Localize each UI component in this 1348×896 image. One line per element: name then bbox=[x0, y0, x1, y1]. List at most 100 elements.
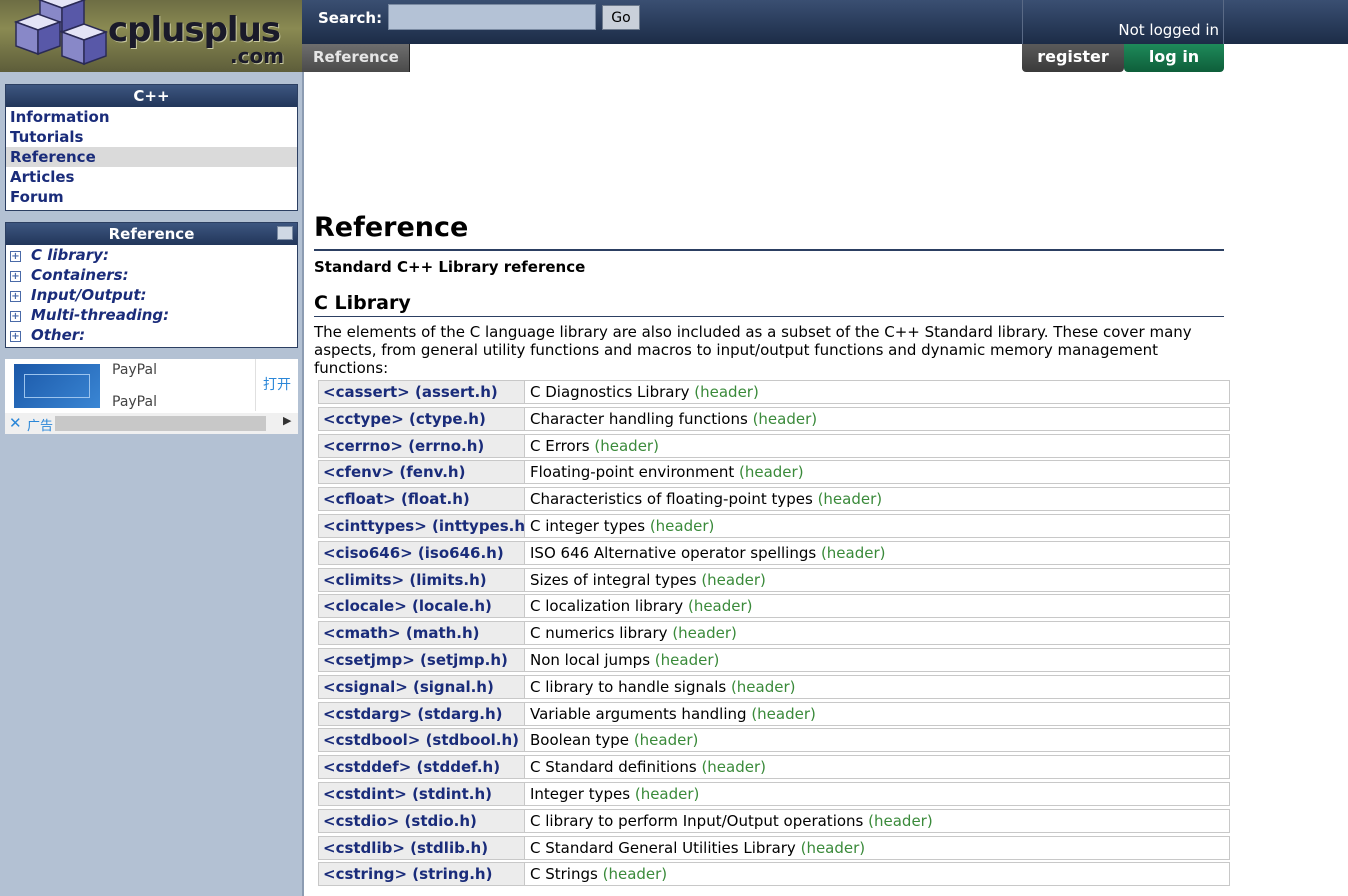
tree-item-label[interactable]: Other: bbox=[31, 326, 85, 344]
description-text: Sizes of integral types bbox=[530, 570, 697, 589]
table-row: <climits> (limits.h) Sizes of integral ty… bbox=[318, 567, 1230, 592]
header-link[interactable]: <cinttypes> (inttypes.h) bbox=[319, 514, 525, 537]
sidebar-item-forum[interactable]: Forum bbox=[6, 187, 297, 207]
description-text: C Diagnostics Library bbox=[530, 383, 690, 401]
kind-label: (header) bbox=[672, 624, 737, 643]
header-link[interactable]: <csignal> (signal.h) bbox=[319, 675, 525, 698]
description-text: Non local jumps bbox=[530, 650, 651, 669]
kind-label: (header) bbox=[687, 597, 753, 616]
description-text: C integer types bbox=[530, 516, 646, 535]
header-description: Character handling functions (header) bbox=[526, 408, 1229, 430]
header-link[interactable]: <cstdarg> (stdarg.h) bbox=[319, 702, 525, 725]
header-link[interactable]: <cctype> (ctype.h) bbox=[319, 407, 525, 430]
tree-item-other[interactable]: + Other: bbox=[6, 325, 297, 345]
tree-item-input-output[interactable]: + Input/Output: bbox=[6, 285, 297, 305]
page-subtitle: Standard C++ Library reference bbox=[314, 258, 586, 276]
tree-item-multi-threading[interactable]: + Multi-threading: bbox=[6, 305, 297, 325]
table-row: <cfloat> (float.h) Characteristics of flo… bbox=[318, 487, 1230, 512]
header-description: C numerics library (header) bbox=[526, 622, 1229, 644]
cpp-nav-box: C++ Information Tutorials Reference Arti… bbox=[5, 84, 298, 211]
kind-label: (header) bbox=[868, 811, 933, 830]
tree-item-containers[interactable]: + Containers: bbox=[6, 265, 297, 285]
search-go-button[interactable]: Go bbox=[602, 5, 640, 30]
kind-label: (header) bbox=[800, 838, 866, 857]
kind-label: (header) bbox=[752, 409, 818, 428]
ad-thumbnail[interactable] bbox=[14, 364, 100, 408]
table-row: <clocale> (locale.h) C localization libra… bbox=[318, 594, 1230, 619]
table-row: <cassert> (assert.h) C Diagnostics Librar… bbox=[318, 380, 1230, 404]
header-link[interactable]: <cstdint> (stdint.h) bbox=[319, 782, 525, 805]
header-link[interactable]: <ciso646> (iso646.h) bbox=[319, 541, 525, 564]
sidebar-item-information[interactable]: Information bbox=[6, 107, 297, 127]
close-icon[interactable]: ✕ bbox=[9, 414, 22, 432]
table-row: <cstdarg> (stdarg.h) Variable arguments h… bbox=[318, 701, 1230, 726]
table-row: <cerrno> (errno.h) C Errors (header) bbox=[318, 433, 1230, 458]
page-title: Reference bbox=[314, 212, 469, 243]
header-link[interactable]: <cfloat> (float.h) bbox=[319, 488, 525, 511]
description-text: Character handling functions bbox=[530, 409, 748, 428]
table-row: <cstring> (string.h) C Strings (header) bbox=[318, 862, 1230, 887]
reference-box-title-label: Reference bbox=[108, 225, 195, 243]
expand-icon[interactable]: + bbox=[10, 271, 21, 282]
header-description: Sizes of integral types (header) bbox=[526, 569, 1229, 591]
expand-icon[interactable]: + bbox=[10, 331, 21, 342]
breadcrumb[interactable]: Reference bbox=[302, 44, 410, 72]
header-link[interactable]: <cerrno> (errno.h) bbox=[319, 434, 525, 457]
section-divider bbox=[314, 316, 1224, 317]
table-row: <cstdbool> (stdbool.h) Boolean type (head… bbox=[318, 728, 1230, 753]
tree-item-label[interactable]: Input/Output: bbox=[31, 286, 147, 304]
book-icon[interactable] bbox=[277, 226, 293, 240]
arrow-right-icon[interactable]: ▶ bbox=[283, 414, 291, 427]
search-input[interactable] bbox=[388, 4, 596, 30]
expand-icon[interactable]: + bbox=[10, 311, 21, 322]
site-logo[interactable]: cplusplus .com bbox=[0, 0, 302, 72]
header-description: C Standard definitions (header) bbox=[526, 756, 1229, 778]
tree-item-label[interactable]: C library: bbox=[31, 246, 109, 264]
header-link[interactable]: <cstring> (string.h) bbox=[319, 863, 525, 886]
ad-open-button[interactable]: 打开 bbox=[255, 359, 298, 411]
tree-item-c-library[interactable]: + C library: bbox=[6, 245, 297, 265]
table-row: <cfenv> (fenv.h) Floating-point environme… bbox=[318, 460, 1230, 485]
table-row: <cstddef> (stddef.h) C Standard definitio… bbox=[318, 755, 1230, 780]
table-row: <cmath> (math.h) C numerics library (head… bbox=[318, 621, 1230, 646]
header-link[interactable]: <cstddef> (stddef.h) bbox=[319, 756, 525, 779]
header-link[interactable]: <csetjmp> (setjmp.h) bbox=[319, 648, 525, 671]
header-description: Non local jumps (header) bbox=[526, 649, 1229, 671]
logo-suffix: .com bbox=[230, 44, 285, 68]
sidebar-item-reference[interactable]: Reference bbox=[6, 147, 297, 167]
ad-title[interactable]: PayPal bbox=[112, 362, 157, 378]
header-description: C library to handle signals (header) bbox=[526, 676, 1229, 698]
header-link[interactable]: <climits> (limits.h) bbox=[319, 568, 525, 591]
register-button[interactable]: register bbox=[1022, 44, 1124, 72]
ad-subtitle[interactable]: PayPal bbox=[112, 394, 157, 410]
tree-item-label[interactable]: Multi-threading: bbox=[31, 306, 169, 324]
kind-label: (header) bbox=[817, 490, 883, 509]
header-link[interactable]: <cstdlib> (stdlib.h) bbox=[319, 836, 525, 859]
expand-icon[interactable]: + bbox=[10, 291, 21, 302]
section-title: C Library bbox=[314, 292, 411, 314]
description-text: Boolean type bbox=[530, 731, 630, 750]
header-description: C Errors (header) bbox=[526, 435, 1229, 457]
description-text: C localization library bbox=[530, 597, 684, 616]
description-text: Floating-point environment bbox=[530, 463, 735, 482]
ad-card-graphic bbox=[24, 374, 90, 398]
header-description: C Diagnostics Library (header) bbox=[526, 381, 1229, 403]
sidebar-item-tutorials[interactable]: Tutorials bbox=[6, 127, 297, 147]
tree-item-label[interactable]: Containers: bbox=[31, 266, 129, 284]
header-link[interactable]: <cstdio> (stdio.h) bbox=[319, 809, 525, 832]
header-link[interactable]: <cfenv> (fenv.h) bbox=[319, 461, 525, 484]
header-link[interactable]: <cstdbool> (stdbool.h) bbox=[319, 729, 525, 752]
header-link[interactable]: <cmath> (math.h) bbox=[319, 622, 525, 645]
header-link[interactable]: <cassert> (assert.h) bbox=[319, 381, 525, 403]
sidebar-item-articles[interactable]: Articles bbox=[6, 167, 297, 187]
login-button[interactable]: log in bbox=[1124, 44, 1224, 72]
header-link[interactable]: <clocale> (locale.h) bbox=[319, 595, 525, 618]
description-text: C Standard definitions bbox=[530, 758, 697, 777]
expand-icon[interactable]: + bbox=[10, 251, 21, 262]
cpp-box-title: C++ bbox=[6, 85, 297, 107]
ad-scrollbar[interactable] bbox=[55, 416, 266, 431]
header-table: <cassert> (assert.h) C Diagnostics Librar… bbox=[318, 380, 1230, 889]
kind-label: (header) bbox=[649, 516, 715, 535]
table-row: <csignal> (signal.h) C library to handle … bbox=[318, 674, 1230, 699]
ad-banner[interactable]: PayPal PayPal 打开 ✕ 广告 ▶ bbox=[5, 359, 298, 434]
